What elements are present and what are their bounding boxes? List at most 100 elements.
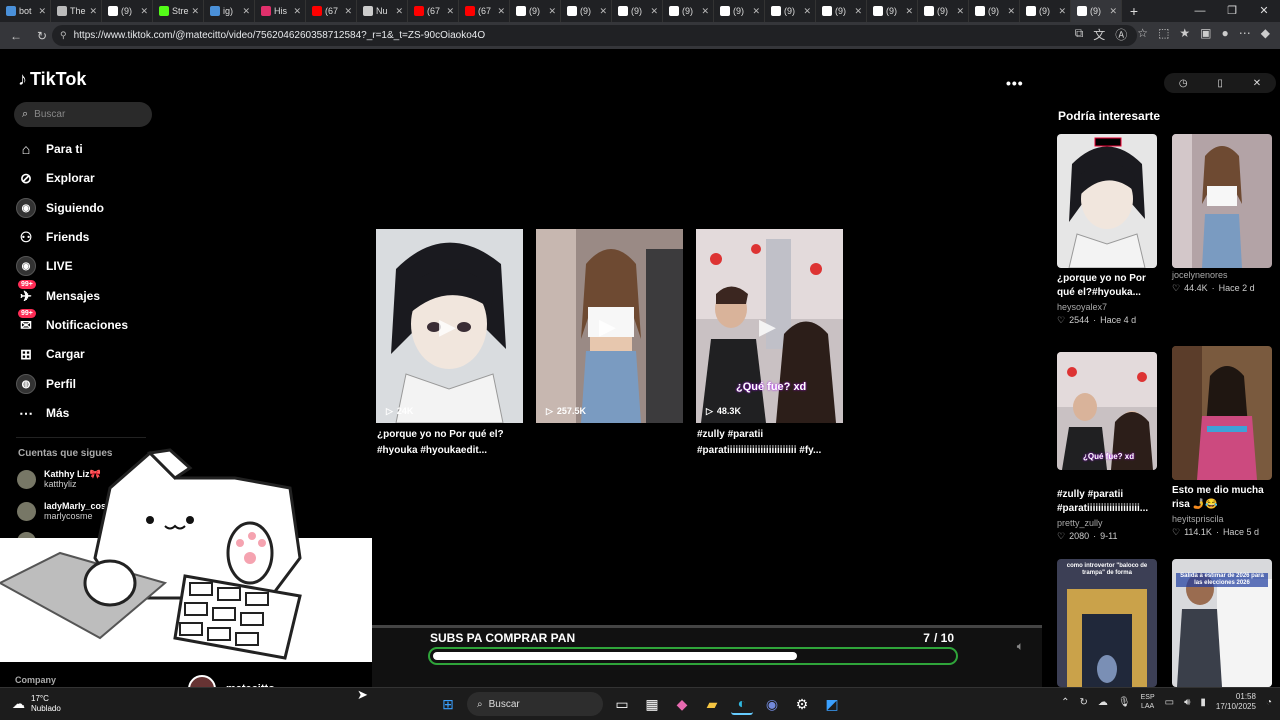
close-tab-icon[interactable]: ✕ [446,6,454,17]
more-options-button[interactable]: ••• [1006,75,1024,91]
browser-tab[interactable]: Nu ✕ [357,0,408,22]
minimize-icon[interactable]: — [1184,0,1216,22]
close-tab-icon[interactable]: ✕ [89,6,97,17]
suggestion-card[interactable]: jocelynenores ♡ 44.4K · Hace 2 d [1172,134,1272,294]
browser-menu-icon[interactable]: ⋯ [1239,26,1251,43]
back-icon[interactable]: ← [6,29,26,43]
suggestion-thumbnail[interactable] [1172,346,1272,480]
close-tab-icon[interactable]: ✕ [140,6,148,17]
browser-tab[interactable]: (9) ✕ [765,0,816,22]
suggestion-card[interactable]: ¿porque yo no Por qué el?#hyouka... heys… [1057,134,1157,326]
maximize-icon[interactable]: ❐ [1216,0,1248,22]
video-thumbnail[interactable]: ▶ ▷ 257.5K [536,229,683,423]
suggestion-user[interactable]: pretty_zully [1057,518,1157,528]
onedrive-icon[interactable]: ☁ [1098,697,1108,708]
close-panel-icon[interactable]: ✕ [1253,78,1261,89]
browser-tab[interactable]: (9) ✕ [816,0,867,22]
nav-item-siguiendo[interactable]: ◉ Siguiendo [16,198,104,218]
browser-tab[interactable]: bot ✕ [0,0,51,22]
browser-tab[interactable]: His ✕ [255,0,306,22]
nav-item-live[interactable]: ◉ LIVE [16,256,73,276]
browser-tab[interactable]: (9) ✕ [1020,0,1071,22]
translate-icon[interactable]: 文 [1093,26,1105,43]
chevron-up-icon[interactable]: ⌃ [1061,697,1069,708]
close-tab-icon[interactable]: ✕ [293,6,301,17]
copilot-icon[interactable]: ◆ [1261,26,1270,43]
video-thumbnail[interactable]: ▶ ▷ 24K [376,229,523,423]
browser-tab[interactable]: (9) ✕ [561,0,612,22]
site-info-icon[interactable]: ⚲ [60,30,67,41]
history-icon[interactable]: ◷ [1179,78,1188,89]
notification-icon[interactable]: ◔ [1266,697,1272,708]
suggestion-card[interactable]: como introvertor "baloco de trampa" de f… [1057,559,1157,687]
close-tab-icon[interactable]: ✕ [242,6,250,17]
close-tab-icon[interactable]: ✕ [905,6,913,17]
suggestion-thumbnail[interactable] [1057,134,1157,268]
close-tab-icon[interactable]: ✕ [650,6,658,17]
favorites-icon[interactable]: ★ [1179,26,1190,43]
close-tab-icon[interactable]: ✕ [497,6,505,17]
device-icon[interactable]: ▯ [1217,78,1223,89]
url-field[interactable]: ⚲ https://www.tiktok.com/@matecitto/vide… [52,25,1137,46]
new-tab-button[interactable]: + [1122,3,1146,19]
task-view-icon[interactable]: ▭ [611,693,633,715]
language-indicator[interactable]: ESP LAA [1141,693,1155,711]
close-tab-icon[interactable]: ✕ [752,6,760,17]
browser-tab[interactable]: (9) ✕ [1071,0,1122,22]
profile-avatar-icon[interactable]: ● [1222,26,1229,43]
suggestion-user[interactable]: heysoyalex7 [1057,302,1157,312]
video-thumbnail[interactable]: ▶ ¿Qué fue? xd ▷ 48.3K [696,229,843,423]
suggestion-title[interactable]: Esto me dio mucha risa 🤳😂 [1172,484,1272,512]
suggestion-thumbnail[interactable]: como introvertor "baloco de trampa" de f… [1057,559,1157,687]
settings-icon[interactable]: ⚙ [791,693,813,715]
nav-item-perfil[interactable]: ◍ Perfil [16,374,76,394]
video-card[interactable]: ▶ ▷ 257.5K [536,229,683,427]
close-tab-icon[interactable]: ✕ [599,6,607,17]
tiktok-logo[interactable]: ♪ TikTok [18,69,86,90]
suggestion-title[interactable]: #zully #paratii #paratiiiiiiiiiiiiiiiiii… [1057,488,1157,516]
video-title[interactable]: #zully #paratii #paratiiiiiiiiiiiiiiiiii… [696,427,843,459]
suggestion-card[interactable]: Salida a estimar de 2026 para las elecci… [1172,559,1272,687]
nav-item-mensajes[interactable]: ✈ 99+ Mensajes [16,280,100,306]
close-tab-icon[interactable]: ✕ [395,6,403,17]
close-tab-icon[interactable]: ✕ [38,6,46,17]
video-title[interactable]: ¿porque yo no Por qué el? #hyouka #hyouk… [376,427,523,459]
nav-item-para-ti[interactable]: ⌂ Para ti [16,139,83,159]
taskbar-search[interactable]: ⌕ Buscar [467,692,603,716]
browser-tab[interactable]: (67 ✕ [408,0,459,22]
extensions-icon[interactable]: ⬚ [1158,26,1169,43]
video-card[interactable]: ▶ ¿Qué fue? xd ▷ 48.3K #zully #paratii #p… [696,229,843,459]
close-tab-icon[interactable]: ✕ [1007,6,1015,17]
discord-icon[interactable]: ◉ [761,693,783,715]
suggestion-user[interactable]: jocelynenores [1172,270,1272,280]
browser-tab[interactable]: (9) ✕ [714,0,765,22]
nav-item-m-s[interactable]: ⋯ Más [16,403,69,423]
app-icon[interactable]: ◩ [821,693,843,715]
suggestion-card[interactable]: Esto me dio mucha risa 🤳😂 heyitspriscila… [1172,346,1272,538]
nav-item-cargar[interactable]: ⊞ Cargar [16,344,85,364]
close-tab-icon[interactable]: ✕ [956,6,964,17]
copilot-app-icon[interactable]: ◆ [671,693,693,715]
browser-tab[interactable]: (9) ✕ [969,0,1020,22]
video-progress-track[interactable] [372,625,1042,628]
reading-mode-icon[interactable]: Ⓐ [1115,26,1127,43]
browser-tab[interactable]: (9) ✕ [663,0,714,22]
close-tab-icon[interactable]: ✕ [192,6,200,17]
close-window-icon[interactable]: ✕ [1248,0,1280,22]
close-tab-icon[interactable]: ✕ [803,6,811,17]
close-tab-icon[interactable]: ✕ [1109,6,1117,17]
battery-icon[interactable]: ▮ [1200,697,1206,708]
nav-item-friends[interactable]: ⚇ Friends [16,227,90,247]
volume-icon[interactable]: 🔈︎ [1017,639,1024,654]
bookmark-star-icon[interactable]: ☆ [1137,26,1148,43]
browser-tab[interactable]: (9) ✕ [510,0,561,22]
edge-icon[interactable]: ◐ [731,693,753,715]
close-tab-icon[interactable]: ✕ [701,6,709,17]
store-icon[interactable]: ▦ [641,693,663,715]
browser-tab[interactable]: The ✕ [51,0,102,22]
sync-icon[interactable]: ↻ [1080,697,1088,708]
close-tab-icon[interactable]: ✕ [854,6,862,17]
suggestion-thumbnail[interactable]: Salida a estimar de 2026 para las elecci… [1172,559,1272,687]
close-tab-icon[interactable]: ✕ [548,6,556,17]
nav-item-notificaciones[interactable]: ✉ 99+ Notificaciones [16,309,128,335]
